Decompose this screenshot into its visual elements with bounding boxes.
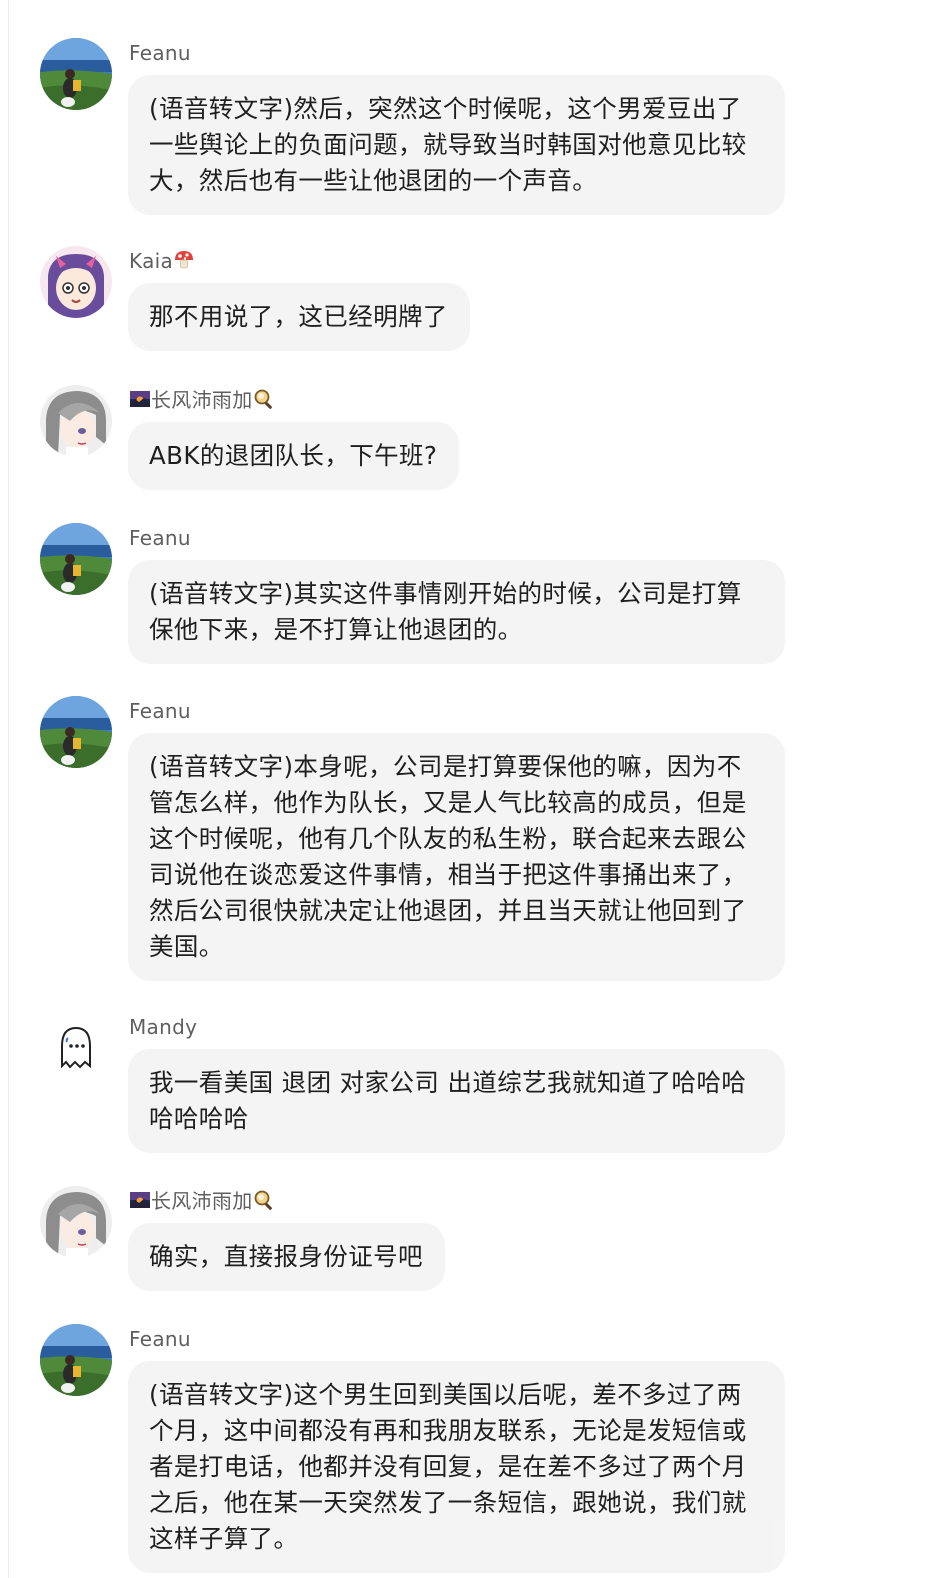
message-bubble: (语音转文字)本身呢，公司是打算要保他的嘛，因为不管怎么样，他作为队长，又是人气… (128, 733, 785, 981)
sender-name: 长风沛雨加 (129, 387, 275, 416)
sunset-photo-icon (129, 388, 151, 416)
sender-name: Feanu (129, 698, 191, 724)
message-bubble: 确实，直接报身份证号吧 (128, 1223, 445, 1291)
sender-name: Feanu (129, 1326, 191, 1352)
magnifier-icon (253, 388, 275, 416)
sender-name-text: Feanu (129, 699, 191, 723)
landscape-avatar-icon[interactable] (40, 523, 112, 595)
message-bubble: (语音转文字)然后，突然这个时候呢，这个男爱豆出了一些舆论上的负面问题，就导致当… (128, 75, 785, 215)
sender-name: 长风沛雨加 (129, 1188, 275, 1217)
sender-name: Mandy (129, 1014, 197, 1040)
sender-name-text: Feanu (129, 41, 191, 65)
message-bubble: (语音转文字)其实这件事情刚开始的时候，公司是打算保他下来，是不打算让他退团的。 (128, 560, 785, 664)
message-bubble: (语音转文字)这个男生回到美国以后呢，差不多过了两个月，这中间都没有再和我朋友联… (128, 1361, 785, 1573)
landscape-avatar-icon[interactable] (40, 1324, 112, 1396)
mushroom-icon (173, 249, 195, 277)
sender-name-text: Mandy (129, 1015, 198, 1039)
message-bubble: ABK的退团队长，下午班? (128, 422, 460, 490)
message-bubble: 我一看美国 退团 对家公司 出道综艺我就知道了哈哈哈哈哈哈哈 (128, 1049, 785, 1153)
sender-name: Feanu (129, 525, 191, 551)
chat-message-list[interactable]: Feanu (语音转文字)然后，突然这个时候呢，这个男爱豆出了一些舆论上的负面问… (0, 0, 942, 1578)
sender-name-text: 长风沛雨加 (151, 388, 253, 412)
silver-hair-avatar-icon[interactable] (40, 385, 112, 457)
magnifier-icon (253, 1189, 275, 1217)
ghost-avatar-icon[interactable] (40, 1012, 112, 1084)
sunset-photo-icon (129, 1189, 151, 1217)
bottom-fade-overlay (760, 1520, 942, 1578)
silver-hair-avatar-icon[interactable] (40, 1186, 112, 1258)
sender-name-text: Feanu (129, 526, 191, 550)
sender-name-text: Feanu (129, 1327, 191, 1351)
sender-name: Feanu (129, 40, 191, 66)
anime-girl-avatar-icon[interactable] (40, 246, 112, 318)
sender-name-text: Kaia (129, 249, 174, 273)
sender-name: Kaia (129, 248, 195, 277)
landscape-avatar-icon[interactable] (40, 38, 112, 110)
landscape-avatar-icon[interactable] (40, 696, 112, 768)
sender-name-text: 长风沛雨加 (151, 1189, 253, 1213)
message-bubble: 那不用说了，这已经明牌了 (128, 283, 470, 351)
